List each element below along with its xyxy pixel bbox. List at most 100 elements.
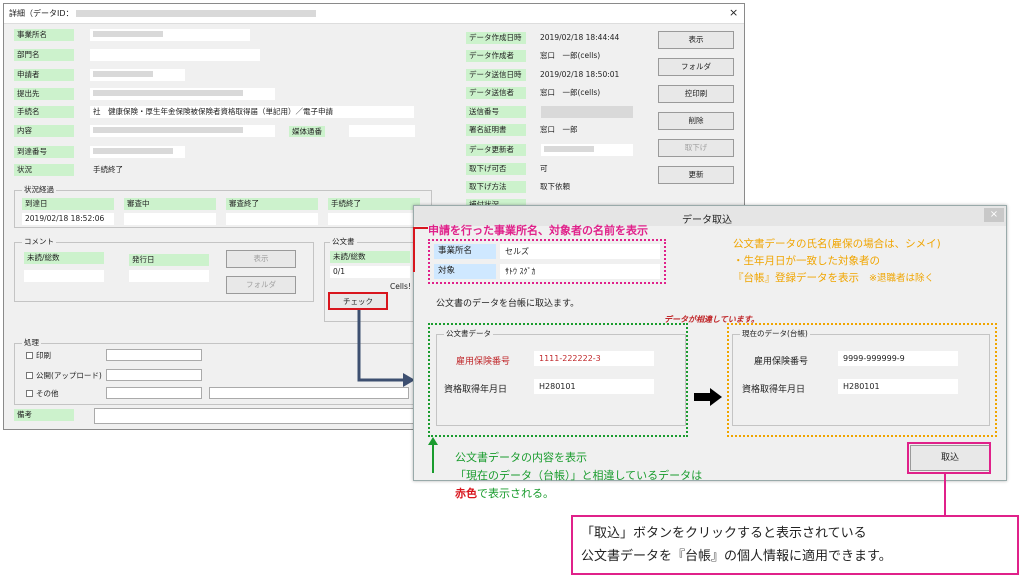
update-button[interactable]: 更新: [658, 166, 734, 184]
withdraw-button[interactable]: 取下げ: [658, 139, 734, 157]
copy-print-button[interactable]: 控印刷: [658, 85, 734, 103]
comment-unread-field: [24, 270, 104, 282]
progress-col-review-end: 審査終了: [226, 198, 318, 210]
annotation-pink-box: 「取込」ボタンをクリックすると表示されている 公文書データを『台帳』の個人情報に…: [571, 515, 1019, 575]
comment-issue-date-label: 発行日: [129, 254, 209, 266]
label-cert: 署名証明書: [466, 124, 526, 136]
updater-field: [541, 144, 633, 156]
label-sent-at: データ送信日時: [466, 69, 526, 81]
label-applicant: 申請者: [14, 69, 74, 81]
cert-value: 窓口 一郎: [540, 125, 578, 134]
other-field[interactable]: [106, 387, 202, 399]
publish-checkbox-label: 公開(アップロード): [36, 371, 102, 380]
connector-line: [357, 310, 403, 382]
red-bracket-line: [413, 227, 428, 272]
annotation-pink-line1: 「取込」ボタンをクリックすると表示されている: [581, 526, 867, 541]
review-date-field: [124, 213, 216, 225]
green-highlight-box: [428, 323, 688, 437]
label-submit-to: 提出先: [14, 88, 74, 100]
done-date-field: [328, 213, 420, 225]
show-button[interactable]: 表示: [658, 31, 734, 49]
annotation-orange-line3b: ※退職者は除く: [869, 273, 934, 284]
comment-title: コメント: [22, 237, 56, 247]
green-arrow: [428, 437, 438, 473]
window-title-bar: 詳細（データID：: [4, 4, 744, 24]
sent-at-value: 2019/02/18 18:50:01: [540, 70, 620, 79]
content-field: [90, 125, 275, 137]
applicant-field: [90, 69, 185, 81]
pink-highlight-box: [428, 239, 666, 284]
annotation-orange-line2: ・生年月日が一致した対象者の: [733, 255, 880, 267]
label-send-no: 送信番号: [466, 106, 526, 118]
pink-connector: [944, 474, 946, 516]
cells-label: Cells!: [390, 282, 411, 291]
label-updater: データ更新者: [466, 144, 526, 156]
dialog-close-icon[interactable]: ×: [984, 208, 1004, 222]
annotation-orange-line1: 公文書データの氏名(雇保の場合は、シメイ): [733, 238, 941, 250]
transfer-arrow-shape: [694, 388, 722, 406]
green-arrow-head: [428, 437, 438, 445]
official-count-value: 0/1: [330, 266, 410, 278]
progress-col-arrival: 到達日: [22, 198, 114, 210]
label-created-at: データ作成日時: [466, 32, 526, 44]
submit-to-field: [90, 88, 275, 100]
comment-show-button[interactable]: 表示: [226, 250, 296, 268]
label-media: 媒体通番: [289, 126, 325, 137]
other-checkbox[interactable]: その他: [26, 389, 59, 399]
procedure-field: 社 健康保険・厚生年金保険被保険者資格取得届（単記用）／電子申請: [90, 106, 414, 118]
comment-folder-button[interactable]: フォルダ: [226, 276, 296, 294]
review-end-date-field: [226, 213, 318, 225]
print-checkbox[interactable]: 印刷: [26, 351, 51, 361]
label-remarks: 備考: [14, 409, 74, 421]
transfer-arrow-icon: [694, 388, 722, 406]
annotation-orange: 公文書データの氏名(雇保の場合は、シメイ) ・生年月日が一致した対象者の 『台帳…: [733, 236, 941, 287]
other-checkbox-label: その他: [36, 389, 59, 398]
label-sender: データ送信者: [466, 87, 526, 99]
window-title: 詳細（データID：: [9, 9, 74, 18]
official-title: 公文書: [330, 237, 357, 247]
orange-highlight-box: [727, 323, 997, 437]
label-withdraw-method: 取下げ方法: [466, 181, 526, 193]
publish-checkbox[interactable]: 公開(アップロード): [26, 371, 102, 381]
withdrawable-value: 可: [540, 164, 548, 173]
annotation-top: 申請を行った事業所名、対象者の名前を表示: [428, 224, 648, 237]
print-field[interactable]: [106, 349, 202, 361]
delete-button[interactable]: 削除: [658, 112, 734, 130]
progress-title: 状況経過: [22, 185, 56, 195]
check-button[interactable]: チェック: [328, 292, 388, 310]
dialog-title: データ取込: [682, 215, 732, 226]
label-withdrawable: 取下げ可否: [466, 163, 526, 175]
status-value: 手続終了: [93, 165, 123, 174]
redacted-data-id: [76, 10, 317, 17]
publish-field[interactable]: [106, 369, 202, 381]
process-title: 処理: [22, 338, 41, 348]
creator-value: 窓口 一郎(cells): [540, 51, 601, 60]
label-business: 事業所名: [14, 29, 74, 41]
media-field: [349, 125, 415, 137]
pink-button-highlight: [907, 442, 991, 474]
annotation-orange-line3a: 『台帳』登録データを表示: [733, 272, 859, 284]
connector-arrow: [357, 310, 415, 387]
withdraw-method-value: 取下依頼: [540, 182, 570, 191]
created-at-value: 2019/02/18 18:44:44: [540, 33, 620, 42]
label-dept: 部門名: [14, 49, 74, 61]
official-unread-label: 未読/総数: [330, 251, 410, 263]
send-no-redacted: [541, 106, 633, 118]
label-content: 内容: [14, 125, 74, 137]
annotation-red-word: 赤色: [455, 487, 477, 500]
label-status: 状況: [14, 164, 74, 176]
label-procedure: 手続名: [14, 106, 74, 118]
annotation-green-line3: で表示される。: [477, 487, 554, 500]
close-icon[interactable]: ×: [729, 6, 738, 19]
arrival-date-value: 2019/02/18 18:52:06: [22, 213, 114, 225]
comment-unread-label: 未読/総数: [24, 252, 104, 264]
print-checkbox-label: 印刷: [36, 351, 51, 360]
progress-col-review: 審査中: [124, 198, 216, 210]
annotation-pink-line2: 公文書データを『台帳』の個人情報に適用できます。: [581, 549, 892, 564]
remarks-field[interactable]: [94, 408, 414, 424]
folder-button[interactable]: フォルダ: [658, 58, 734, 76]
annotation-green-line1: 公文書データの内容を表示: [455, 451, 587, 464]
dlg-instruction: 公文書のデータを台帳に取込ます。: [436, 299, 580, 309]
dept-field: [90, 49, 260, 61]
business-field: [90, 29, 250, 41]
